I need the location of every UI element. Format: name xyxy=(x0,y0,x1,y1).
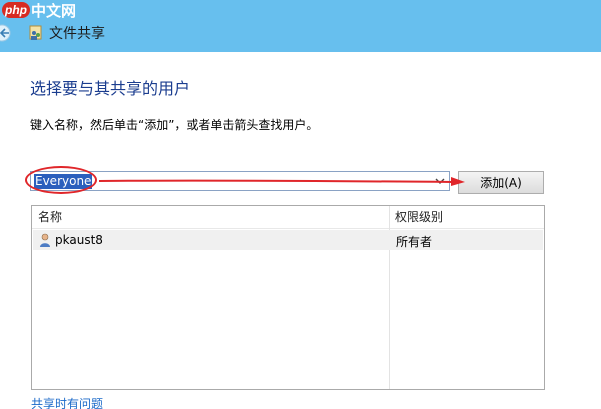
annotation-arrow xyxy=(98,177,465,186)
watermark: php 中文网 xyxy=(2,1,77,20)
annotation-ellipse xyxy=(25,166,97,194)
instruction-text: 键入名称，然后单击“添加”，或者单击箭头查找用户。 xyxy=(30,118,319,132)
user-icon xyxy=(40,233,50,247)
page-heading: 选择要与其共享的用户 xyxy=(30,79,191,98)
column-header-name[interactable]: 名称 xyxy=(38,206,62,228)
watermark-logo: php xyxy=(2,2,30,18)
file-share-icon xyxy=(29,25,42,40)
row-user-name: pkaust8 xyxy=(55,233,103,247)
permission-list[interactable]: 名称 权限级别 pkaust8 所有者 xyxy=(31,205,545,390)
row-permission-level[interactable]: 所有者 xyxy=(396,233,432,250)
title-bar: php 中文网 文件共享 xyxy=(0,0,601,52)
header-divider xyxy=(32,228,544,229)
add-button[interactable]: 添加(A) xyxy=(458,171,544,194)
back-arrow-icon xyxy=(0,24,11,42)
help-link[interactable]: 共享时有问题 xyxy=(31,397,103,409)
window-title: 文件共享 xyxy=(49,26,105,42)
table-row[interactable]: pkaust8 所有者 xyxy=(33,230,543,250)
watermark-text: 中文网 xyxy=(31,1,77,20)
column-header-permission[interactable]: 权限级别 xyxy=(395,206,443,228)
back-button[interactable] xyxy=(0,24,14,42)
